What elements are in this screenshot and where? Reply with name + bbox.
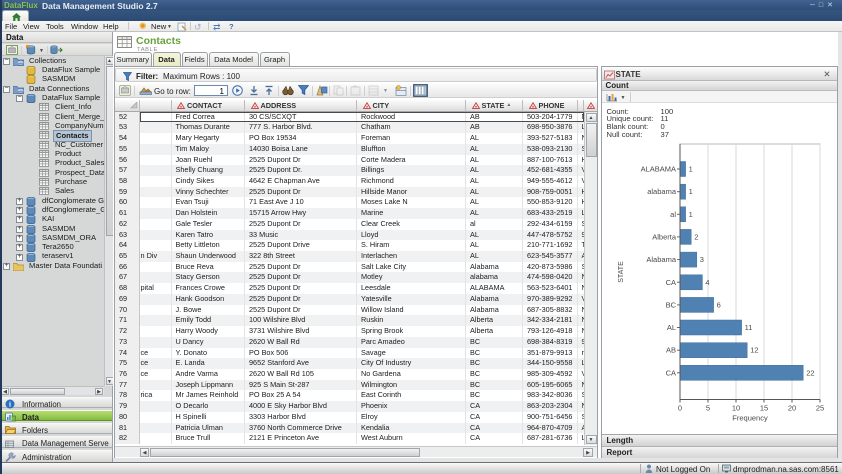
svg-text:12: 12	[750, 346, 758, 355]
svg-text:22: 22	[806, 368, 814, 377]
svg-text:ALABAMA: ALABAMA	[641, 165, 676, 174]
svg-text:AL: AL	[667, 323, 676, 332]
svg-text:BC: BC	[666, 300, 677, 309]
svg-text:al: al	[670, 210, 676, 219]
svg-text:6: 6	[717, 300, 721, 309]
svg-text:0: 0	[678, 404, 682, 413]
svg-text:Alberta: Alberta	[652, 232, 677, 241]
svg-text:1: 1	[689, 187, 693, 196]
svg-text:1: 1	[689, 165, 693, 174]
svg-text:CA: CA	[666, 278, 676, 287]
svg-text:15: 15	[760, 404, 768, 413]
svg-text:AB: AB	[666, 346, 676, 355]
svg-text:4: 4	[705, 278, 709, 287]
svg-text:20: 20	[788, 404, 796, 413]
svg-text:2: 2	[694, 232, 698, 241]
svg-text:CA: CA	[666, 368, 676, 377]
svg-text:Alabama: Alabama	[646, 255, 676, 264]
svg-text:i: i	[9, 401, 11, 409]
svg-text:Frequency: Frequency	[732, 414, 768, 423]
svg-text:25: 25	[816, 404, 824, 413]
svg-text:10: 10	[732, 404, 740, 413]
svg-text:5: 5	[706, 404, 710, 413]
svg-text:3: 3	[700, 255, 704, 264]
svg-text:1: 1	[689, 210, 693, 219]
svg-text:STATE: STATE	[618, 261, 625, 283]
svg-text:11: 11	[745, 323, 753, 332]
svg-text:alabama: alabama	[647, 187, 677, 196]
